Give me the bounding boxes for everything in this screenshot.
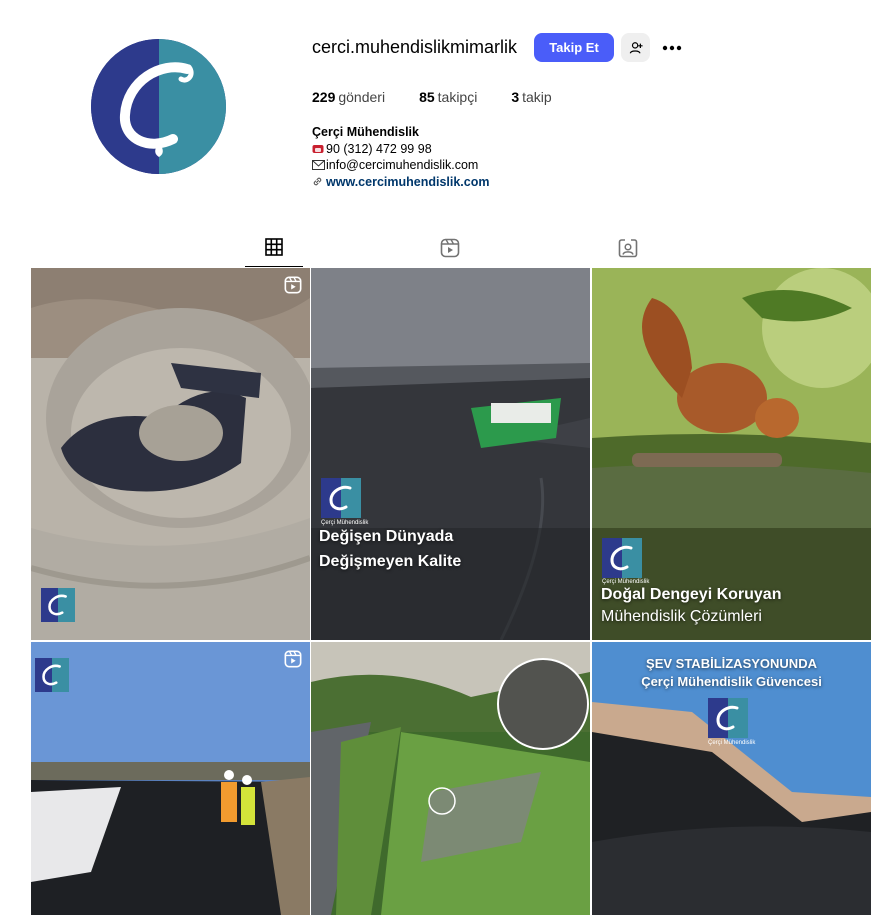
company-logo	[91, 39, 226, 174]
followers-count[interactable]: 85 takipçi	[419, 89, 477, 105]
reels-icon	[440, 238, 460, 257]
post-site-workers[interactable]	[31, 642, 310, 915]
tab-reels[interactable]	[421, 228, 479, 267]
profile-avatar[interactable]	[91, 39, 226, 174]
add-person-icon	[629, 41, 643, 54]
bio-phone: 90 (312) 472 99 98	[326, 141, 432, 156]
post-brand-caption: Çerçi Mühendislik	[602, 579, 650, 585]
posts-grid: Çerçi Mühendislik Değişen Dünyada Değişm…	[31, 268, 871, 915]
reel-badge-icon	[284, 650, 302, 668]
link-icon	[312, 176, 326, 188]
more-options-button[interactable]	[657, 33, 687, 62]
profile-bio: Çerçi Mühendislik 90 (312) 472 99 98 inf…	[312, 124, 489, 190]
post-logo	[602, 538, 642, 578]
tab-tagged[interactable]	[599, 228, 657, 267]
post-caption-line2: Çerçi Mühendislik Güvencesi	[641, 674, 822, 689]
email-icon	[312, 159, 326, 171]
bio-email: info@cercimuhendislik.com	[326, 158, 479, 172]
bio-name: Çerçi Mühendislik	[312, 125, 419, 139]
grid-icon	[265, 238, 283, 256]
post-logo	[41, 588, 75, 622]
post-squirrel-nature[interactable]: Çerçi Mühendislik Doğal Dengeyi Koruyan …	[592, 268, 871, 640]
bio-phone-row: 90 (312) 472 99 98	[312, 141, 489, 158]
post-caption-line2: Değişmeyen Kalite	[319, 553, 462, 570]
reel-badge-icon	[284, 276, 302, 294]
post-logo	[321, 478, 361, 518]
post-brand-caption: Çerçi Mühendislik	[708, 740, 756, 746]
more-dots-icon	[662, 45, 682, 50]
tagged-icon	[618, 238, 638, 257]
profile-stats: 229 gönderi 85 takipçi 3 takip	[312, 89, 586, 105]
post-brand-caption: Çerçi Mühendislik	[321, 520, 369, 526]
bio-website-link[interactable]: www.cercimuhendislik.com	[326, 174, 489, 191]
post-slope-stabilization[interactable]: ŞEV STABİLİZASYONUNDA Çerçi Mühendislik …	[592, 642, 871, 915]
bio-email-row: info@cercimuhendislik.com	[312, 157, 489, 174]
post-geomembrane-welding[interactable]: Çerçi Mühendislik Değişen Dünyada Değişm…	[311, 268, 590, 640]
profile-username: cerci.muhendislikmimarlik	[312, 37, 518, 57]
profile-tabs	[31, 228, 871, 268]
geomembrane-welding-image	[311, 268, 590, 640]
post-caption-line1: Doğal Dengeyi Koruyan	[601, 586, 782, 603]
post-caption-line2: Mühendislik Çözümleri	[601, 608, 762, 625]
post-logo	[35, 658, 69, 692]
post-landfill-aerial[interactable]	[31, 268, 310, 640]
landfill-aerial-image	[31, 268, 310, 640]
bio-website-row: www.cercimuhendislik.com	[312, 174, 489, 191]
post-caption-line1: Değişen Dünyada	[319, 528, 454, 545]
site-workers-image	[31, 642, 310, 915]
slope-road-image	[311, 642, 590, 915]
telephone-icon	[312, 143, 326, 155]
suggested-accounts-button[interactable]	[621, 33, 650, 62]
following-count[interactable]: 3 takip	[511, 89, 551, 105]
post-logo	[708, 698, 748, 738]
post-caption-line1: ŞEV STABİLİZASYONUNDA	[646, 656, 817, 671]
posts-count: 229 gönderi	[312, 89, 386, 105]
tab-posts[interactable]	[245, 228, 303, 267]
follow-button[interactable]: Takip Et	[534, 33, 614, 62]
post-slope-road[interactable]	[311, 642, 590, 915]
